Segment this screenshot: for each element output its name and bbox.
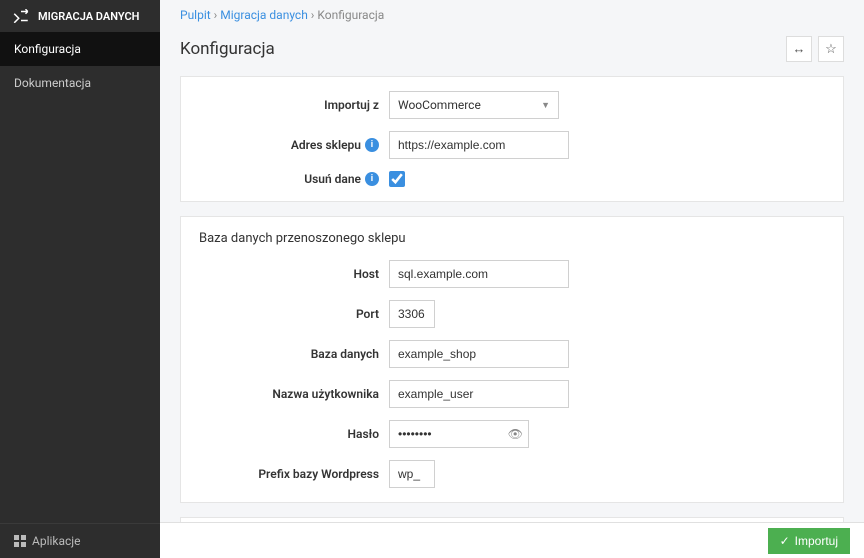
apps-label: Aplikacje bbox=[32, 534, 81, 548]
info-icon[interactable]: i bbox=[365, 172, 379, 186]
check-icon: ✓ bbox=[780, 534, 790, 548]
panel-database: Baza danych przenoszonego sklepu Host Po… bbox=[180, 216, 844, 503]
sidebar: MIGRACJA DANYCH Konfiguracja Dokumentacj… bbox=[0, 0, 160, 558]
sidebar-item-dokumentacja[interactable]: Dokumentacja bbox=[0, 66, 160, 100]
port-label: Port bbox=[199, 307, 389, 321]
footer-bar: ✓ Importuj bbox=[160, 522, 864, 558]
import-from-label: Importuj z bbox=[199, 98, 389, 112]
prefix-input[interactable] bbox=[389, 460, 435, 488]
host-label: Host bbox=[199, 267, 389, 281]
import-from-select[interactable]: WooCommerce ▼ bbox=[389, 91, 559, 119]
user-label: Nazwa użytkownika bbox=[199, 387, 389, 401]
user-input[interactable] bbox=[389, 380, 569, 408]
breadcrumb: Pulpit › Migracja danych › Konfiguracja bbox=[160, 0, 864, 30]
host-input[interactable] bbox=[389, 260, 569, 288]
port-input[interactable] bbox=[389, 300, 435, 328]
db-input[interactable] bbox=[389, 340, 569, 368]
address-label: Adres sklepu i bbox=[199, 138, 389, 152]
pw-label: Hasło bbox=[199, 427, 389, 441]
delete-checkbox[interactable] bbox=[389, 171, 405, 187]
apps-icon bbox=[14, 535, 26, 547]
bc-migracja[interactable]: Migracja danych bbox=[220, 8, 308, 22]
sidebar-item-konfiguracja[interactable]: Konfiguracja bbox=[0, 32, 160, 66]
bc-pulpit[interactable]: Pulpit bbox=[180, 8, 211, 22]
expand-button[interactable]: ↔ bbox=[786, 36, 812, 62]
delete-label: Usuń dane i bbox=[199, 172, 389, 186]
eye-icon[interactable]: 👁 bbox=[508, 427, 523, 441]
page-title: Konfiguracja bbox=[180, 39, 275, 59]
db-panel-title: Baza danych przenoszonego sklepu bbox=[199, 231, 825, 246]
app-title-wrap: MIGRACJA DANYCH bbox=[0, 0, 160, 32]
panel-import: Importuj z WooCommerce ▼ Adres sklepu i … bbox=[180, 76, 844, 202]
sidebar-footer-apps[interactable]: Aplikacje bbox=[0, 523, 160, 558]
main-content: Pulpit › Migracja danych › Konfiguracja … bbox=[160, 0, 864, 558]
prefix-label: Prefix bazy Wordpress bbox=[199, 467, 389, 481]
import-button[interactable]: ✓ Importuj bbox=[768, 528, 850, 554]
address-input[interactable] bbox=[389, 131, 569, 159]
app-title: MIGRACJA DANYCH bbox=[38, 10, 139, 23]
favorite-button[interactable]: ☆ bbox=[818, 36, 844, 62]
db-label: Baza danych bbox=[199, 347, 389, 361]
migrate-icon bbox=[12, 9, 30, 23]
chevron-down-icon: ▼ bbox=[541, 100, 550, 111]
bc-current: Konfiguracja bbox=[317, 8, 384, 22]
info-icon[interactable]: i bbox=[365, 138, 379, 152]
